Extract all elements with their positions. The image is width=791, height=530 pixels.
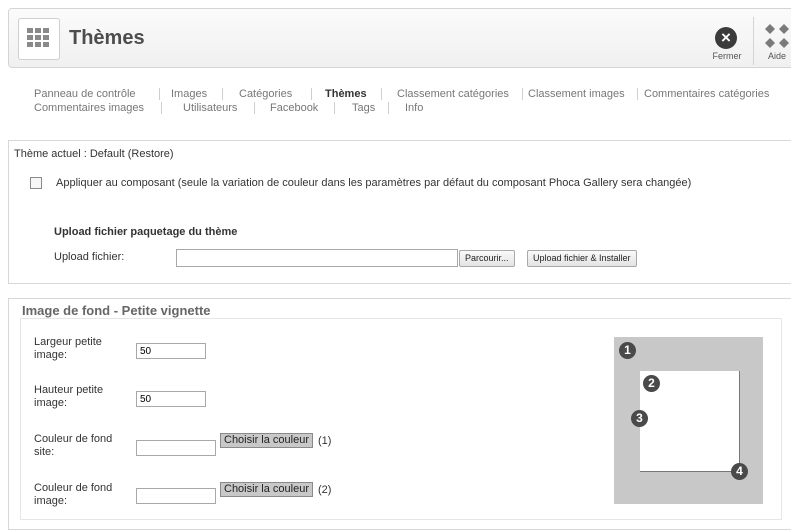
thumb-width-label: Largeur petite image:	[34, 336, 102, 361]
image-bg-color-label: Couleur de fond image:	[34, 482, 113, 507]
apply-component-label: Appliquer au composant (seule la variati…	[56, 177, 692, 189]
nav-category-ranking[interactable]: Classement catégories	[397, 88, 509, 100]
thumb-width-input[interactable]	[136, 343, 206, 359]
toolbar-divider	[753, 17, 754, 65]
nav-themes[interactable]: Thèmes	[325, 88, 367, 100]
upload-heading: Upload fichier paquetage du thème	[54, 226, 238, 238]
nav-image-ranking[interactable]: Classement images	[528, 88, 625, 100]
image-bg-color-input[interactable]	[136, 488, 216, 504]
site-bg-color-label: Couleur de fond site:	[34, 433, 113, 458]
nav-facebook[interactable]: Facebook	[270, 102, 318, 114]
site-bg-choose-color-button[interactable]: Choisir la couleur	[220, 433, 313, 448]
thumb-fieldset-legend: Image de fond - Petite vignette	[20, 303, 213, 318]
help-icon	[765, 24, 789, 48]
image-bg-choose-color-button[interactable]: Choisir la couleur	[220, 482, 313, 497]
preview-marker-1: 1	[619, 342, 636, 359]
nav-users[interactable]: Utilisateurs	[183, 102, 237, 114]
upload-file-input[interactable]	[176, 249, 458, 267]
nav-category-comments[interactable]: Commentaires catégories	[644, 88, 769, 100]
nav-tags[interactable]: Tags	[352, 102, 375, 114]
thumb-height-label: Hauteur petite image:	[34, 384, 104, 409]
preview-marker-4: 4	[731, 463, 748, 480]
help-button[interactable]: Aide	[755, 17, 791, 65]
upload-file-label: Upload fichier:	[54, 251, 125, 263]
close-button[interactable]: × Fermer	[705, 17, 749, 65]
preview-marker-2: 2	[643, 375, 660, 392]
upload-install-button[interactable]: Upload fichier & Installer	[527, 250, 637, 267]
nav-images[interactable]: Images	[171, 88, 207, 100]
site-bg-ref: (1)	[318, 435, 332, 447]
image-bg-ref: (2)	[318, 484, 332, 496]
nav-control-panel[interactable]: Panneau de contrôle	[34, 88, 136, 100]
toolbar-header: Thèmes × Fermer Aide	[8, 8, 791, 68]
nav-image-comments[interactable]: Commentaires images	[34, 102, 144, 114]
current-theme-text: Thème actuel : Default (Restore)	[14, 148, 174, 160]
help-label: Aide	[767, 51, 786, 61]
site-bg-color-input[interactable]	[136, 440, 216, 456]
preview-marker-3: 3	[631, 410, 648, 427]
page-title: Thèmes	[69, 27, 145, 49]
close-label: Fermer	[712, 51, 742, 61]
nav-info[interactable]: Info	[405, 102, 423, 114]
browse-button[interactable]: Parcourir...	[459, 250, 515, 267]
apply-component-checkbox[interactable]	[30, 177, 42, 189]
thumb-height-input[interactable]	[136, 391, 206, 407]
close-icon: ×	[715, 27, 737, 49]
themes-logo-icon	[18, 18, 60, 60]
nav-categories[interactable]: Catégories	[239, 88, 292, 100]
